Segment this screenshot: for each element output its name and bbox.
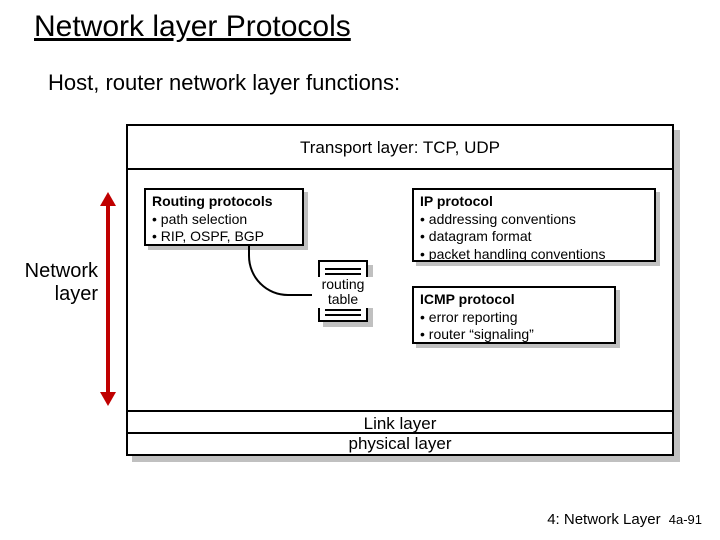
transport-layer-row: Transport layer: TCP, UDP (128, 126, 672, 170)
ip-bullet-1: • addressing conventions (420, 211, 648, 229)
ip-bullet-3: • packet handling conventions (420, 246, 648, 264)
side-label-line2: layer (55, 283, 98, 305)
icmp-card-header: ICMP protocol (420, 291, 608, 309)
network-layer-row: Routing protocols • path selection • RIP… (128, 170, 672, 410)
side-label-line1: Network (25, 260, 98, 282)
slide-title: Network layer Protocols (34, 10, 351, 44)
routing-protocols-card: Routing protocols • path selection • RIP… (144, 188, 304, 246)
routing-bullet-2: • RIP, OSPF, BGP (152, 228, 296, 246)
icmp-bullet-1: • error reporting (420, 309, 608, 327)
protocol-stack-box: Transport layer: TCP, UDP Routing protoc… (126, 124, 674, 456)
footer-page-number: 4a-91 (669, 512, 702, 527)
link-layer-row: Link layer (128, 410, 672, 434)
slide-footer: 4: Network Layer 4a-91 (547, 511, 702, 528)
footer-chapter: 4: Network Layer (547, 511, 660, 528)
routing-bullet-1: • path selection (152, 211, 296, 229)
physical-layer-row: physical layer (128, 434, 672, 454)
icmp-protocol-card: ICMP protocol • error reporting • router… (412, 286, 616, 344)
ip-bullet-2: • datagram format (420, 228, 648, 246)
ip-protocol-card: IP protocol • addressing conventions • d… (412, 188, 656, 262)
network-layer-extent-arrow (106, 204, 110, 394)
routing-table-label: routing table (312, 277, 374, 308)
routing-to-table-arrow (248, 244, 320, 296)
slide-subtitle: Host, router network layer functions: (48, 70, 400, 96)
routing-card-header: Routing protocols (152, 193, 296, 211)
icmp-bullet-2: • router “signaling” (420, 326, 608, 344)
ip-card-header: IP protocol (420, 193, 648, 211)
network-layer-side-label: Network layer (18, 260, 98, 306)
